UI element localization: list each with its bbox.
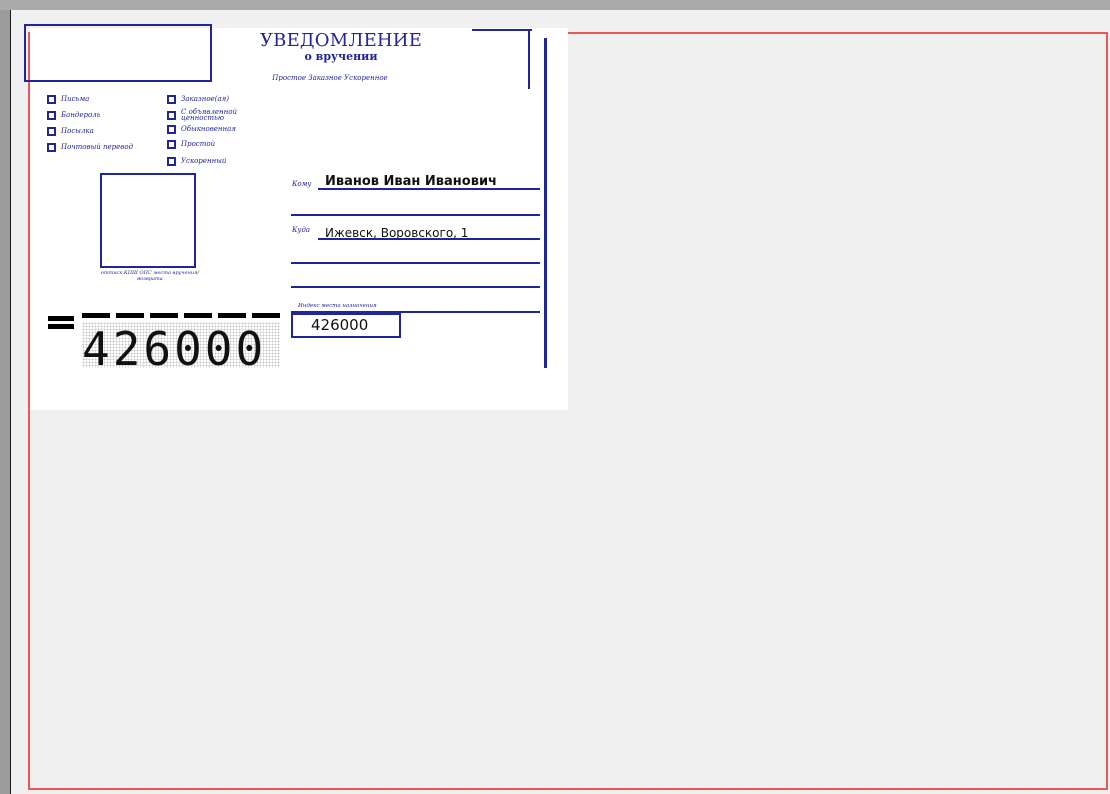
checkbox-row[interactable]: Обыкновенная bbox=[167, 123, 251, 135]
recipient-name[interactable]: Иванов Иван Иванович bbox=[325, 174, 497, 189]
address-underline bbox=[318, 238, 540, 240]
notice-form: УВЕДОМЛЕНИЕ о вручении Простое Заказное … bbox=[24, 24, 568, 410]
checkbox[interactable] bbox=[167, 124, 176, 134]
checkbox-label: Обыкновенная bbox=[181, 124, 236, 133]
checkbox-label: Простой bbox=[181, 139, 216, 148]
checkbox-label: Заказное(ая) bbox=[181, 94, 229, 103]
checkbox-row[interactable]: Простой bbox=[167, 135, 251, 153]
checkbox-row[interactable]: Почтовый перевод bbox=[47, 139, 133, 155]
mail-types-left: Письма Бандероль Посылка Почтовый перево… bbox=[47, 91, 133, 155]
code-marker-bar bbox=[48, 316, 74, 321]
name-underline bbox=[318, 188, 540, 190]
address-line-3 bbox=[291, 286, 540, 288]
digit-top-bar bbox=[252, 313, 280, 318]
corner-line-vertical bbox=[528, 29, 530, 89]
checkbox[interactable] bbox=[167, 139, 176, 149]
delivery-types: Простое Заказное Ускоренное bbox=[272, 74, 388, 82]
notice-subtitle: о вручении bbox=[304, 50, 378, 63]
digit-top-bar bbox=[184, 313, 212, 318]
checkbox-row[interactable]: С объявленной ценностью bbox=[167, 107, 251, 123]
index-label: Индекс места назначения bbox=[298, 303, 377, 309]
sender-box bbox=[24, 24, 212, 82]
checkbox-row[interactable]: Письма bbox=[47, 91, 133, 107]
checkbox-label: Посылка bbox=[61, 126, 94, 135]
checkbox-row[interactable]: Посылка bbox=[47, 123, 133, 139]
checkbox[interactable] bbox=[167, 94, 176, 104]
corner-line bbox=[472, 29, 532, 31]
postmark-caption: оттиск КПШ ОПС места вручения/возврата bbox=[100, 270, 200, 282]
left-frame-edge bbox=[0, 10, 10, 794]
mail-types-right: Заказное(ая) С объявленной ценностью Обы… bbox=[167, 91, 251, 169]
notice-title: УВЕДОМЛЕНИЕ bbox=[259, 30, 423, 51]
checkbox-label: Письма bbox=[61, 94, 90, 103]
to-label: Кому bbox=[292, 180, 312, 188]
checkbox-row[interactable]: Ускоренный bbox=[167, 153, 251, 169]
checkbox-label: Почтовый перевод bbox=[61, 142, 134, 151]
digit-top-bar bbox=[116, 313, 144, 318]
checkbox[interactable] bbox=[47, 142, 56, 152]
checkbox-label: Ускоренный bbox=[181, 156, 227, 165]
checkbox[interactable] bbox=[167, 110, 176, 120]
checkbox-label: Бандероль bbox=[61, 110, 101, 119]
code-marker-bar bbox=[48, 324, 74, 329]
index-field[interactable]: 426000 bbox=[291, 313, 401, 338]
digit-top-bar bbox=[150, 313, 178, 318]
checkbox-label: С объявленной ценностью bbox=[181, 108, 237, 122]
checkbox[interactable] bbox=[47, 126, 56, 136]
name-line-2 bbox=[291, 214, 540, 216]
vertical-divider bbox=[544, 38, 547, 368]
postmark-box bbox=[100, 173, 196, 268]
checkbox[interactable] bbox=[47, 110, 56, 120]
checkbox[interactable] bbox=[47, 94, 56, 104]
digit-top-bar bbox=[218, 313, 246, 318]
checkbox[interactable] bbox=[167, 156, 176, 166]
checkbox-row[interactable]: Бандероль bbox=[47, 107, 133, 123]
address-line-2 bbox=[291, 262, 540, 264]
digit-top-bar bbox=[82, 313, 110, 318]
top-toolbar-strip bbox=[0, 0, 1110, 10]
where-label: Куда bbox=[292, 226, 311, 234]
postal-code-digits: 426000 bbox=[82, 322, 267, 376]
checkbox-row[interactable]: Заказное(ая) bbox=[167, 91, 251, 107]
